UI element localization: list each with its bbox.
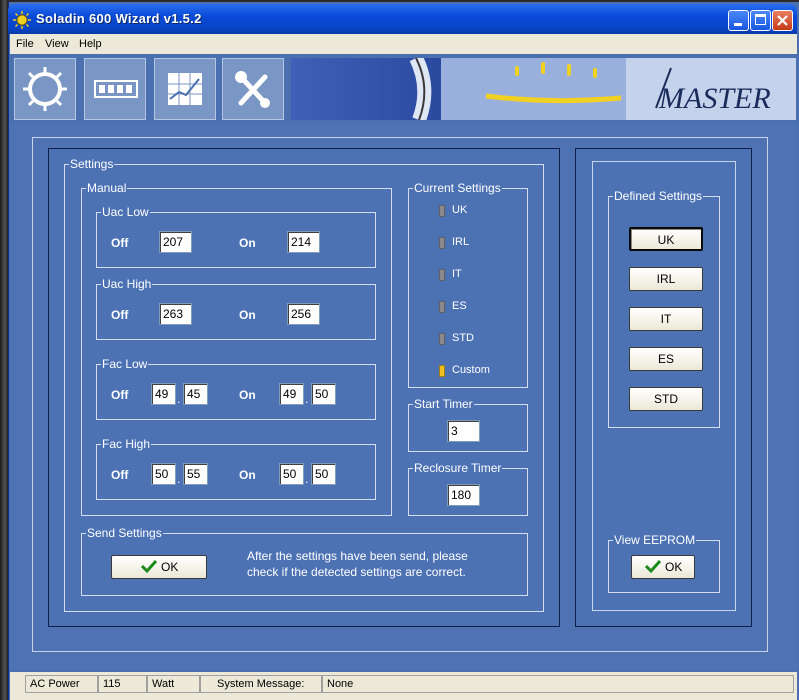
banner-text: MASTER: [658, 82, 771, 115]
fac-high-on-label: On: [239, 468, 256, 482]
status-led-std: [439, 333, 445, 345]
toolbar-chart-button[interactable]: [154, 58, 216, 120]
fac-low-on-int-input[interactable]: 49: [279, 383, 304, 405]
settings-legend: Settings: [70, 157, 114, 171]
send-settings-legend: Send Settings: [87, 526, 162, 540]
current-setting-label: UK: [452, 204, 468, 216]
status-message-value: None: [322, 675, 794, 693]
uac-high-on-input[interactable]: 256: [287, 303, 320, 325]
fac-low-on-dec-input[interactable]: 50: [311, 383, 336, 405]
checkmark-icon: [644, 559, 661, 574]
brand-banner: MASTER: [291, 58, 796, 120]
menu-view[interactable]: View: [45, 38, 69, 50]
uac-high-legend: Uac High: [102, 277, 152, 291]
status-led-custom: [439, 365, 445, 377]
maximize-button[interactable]: [750, 10, 771, 31]
send-ok-button[interactable]: OK: [111, 555, 207, 579]
uac-low-off-input[interactable]: 207: [159, 231, 192, 253]
fac-low-off-dec-input[interactable]: 45: [183, 383, 208, 405]
start-timer-input[interactable]: 3: [447, 420, 480, 442]
menu-bar: [10, 34, 797, 54]
decimal-separator: .: [305, 472, 309, 486]
minimize-icon: [734, 23, 742, 26]
status-ac-power-value: 115: [98, 675, 147, 693]
status-led-uk: [439, 205, 445, 217]
start-timer-legend: Start Timer: [414, 397, 473, 411]
status-message-label: System Message:: [200, 675, 322, 693]
uac-high-off-input[interactable]: 263: [159, 303, 192, 325]
defined-button-it[interactable]: IT: [629, 307, 703, 331]
current-setting-label: IT: [452, 268, 462, 280]
fac-high-off-label: Off: [111, 468, 129, 482]
current-settings-legend: Current Settings: [414, 181, 501, 195]
uac-high-group: Uac High: [96, 277, 376, 340]
manual-legend: Manual: [87, 181, 127, 195]
uac-low-legend: Uac Low: [102, 205, 149, 219]
close-button[interactable]: [772, 10, 793, 31]
send-note-line1: After the settings have been send, pleas…: [247, 549, 468, 563]
fac-high-on-int-input[interactable]: 50: [279, 463, 304, 485]
display-icon: [94, 80, 138, 98]
fac-low-on-label: On: [239, 388, 256, 402]
uac-low-on-label: On: [239, 236, 256, 250]
close-icon: [777, 15, 788, 26]
fac-low-off-label: Off: [111, 388, 129, 402]
decimal-separator: .: [177, 472, 181, 486]
desktop-background: [0, 0, 8, 700]
status-led-es: [439, 301, 445, 313]
chart-icon: [168, 73, 202, 105]
fac-high-off-int-input[interactable]: 50: [151, 463, 176, 485]
sun-icon: [23, 67, 67, 111]
status-led-it: [439, 269, 445, 281]
decimal-separator: .: [177, 392, 181, 406]
status-unit: Watt: [147, 675, 200, 693]
status-led-irl: [439, 237, 445, 249]
current-setting-label: Custom: [452, 364, 490, 376]
uac-low-off-label: Off: [111, 236, 129, 250]
uac-low-group: Uac Low: [96, 205, 376, 268]
fac-high-legend: Fac High: [102, 437, 151, 451]
fac-high-on-dec-input[interactable]: 50: [311, 463, 336, 485]
minimize-button[interactable]: [728, 10, 749, 31]
reclosure-timer-input[interactable]: 180: [447, 484, 480, 506]
menu-help[interactable]: Help: [79, 38, 102, 50]
fac-high-off-dec-input[interactable]: 55: [183, 463, 208, 485]
current-settings-group: Current Settings: [408, 181, 528, 388]
defined-button-es[interactable]: ES: [629, 347, 703, 371]
fac-low-off-int-input[interactable]: 49: [151, 383, 176, 405]
window-title: Soladin 600 Wizard v1.5.2: [36, 11, 202, 26]
uac-low-on-input[interactable]: 214: [287, 231, 320, 253]
view-eeprom-legend: View EEPROM: [614, 533, 696, 547]
send-ok-label: OK: [161, 560, 179, 574]
toolbar-display-button[interactable]: [84, 58, 146, 120]
eeprom-ok-button[interactable]: OK: [631, 555, 695, 579]
defined-button-uk[interactable]: UK: [629, 227, 703, 251]
toolbar-tools-button[interactable]: [222, 58, 284, 120]
eeprom-ok-label: OK: [665, 560, 683, 574]
defined-button-irl[interactable]: IRL: [629, 267, 703, 291]
send-note-line2: check if the detected settings are corre…: [247, 565, 466, 579]
defined-settings-legend: Defined Settings: [614, 189, 703, 203]
maximize-icon: [755, 14, 766, 25]
uac-high-off-label: Off: [111, 308, 129, 322]
sun-app-icon: [13, 11, 31, 29]
defined-button-std[interactable]: STD: [629, 387, 703, 411]
status-ac-power-label: AC Power: [25, 675, 98, 693]
menu-file[interactable]: File: [16, 38, 34, 50]
toolbar-sun-button[interactable]: [14, 58, 76, 120]
decimal-separator: .: [305, 392, 309, 406]
current-setting-label: ES: [452, 300, 467, 312]
tools-icon: [235, 71, 270, 108]
current-setting-label: IRL: [452, 236, 470, 248]
fac-low-legend: Fac Low: [102, 357, 148, 371]
uac-high-on-label: On: [239, 308, 256, 322]
reclosure-timer-legend: Reclosure Timer: [414, 461, 502, 475]
current-setting-label: STD: [452, 332, 474, 344]
checkmark-icon: [140, 559, 157, 574]
